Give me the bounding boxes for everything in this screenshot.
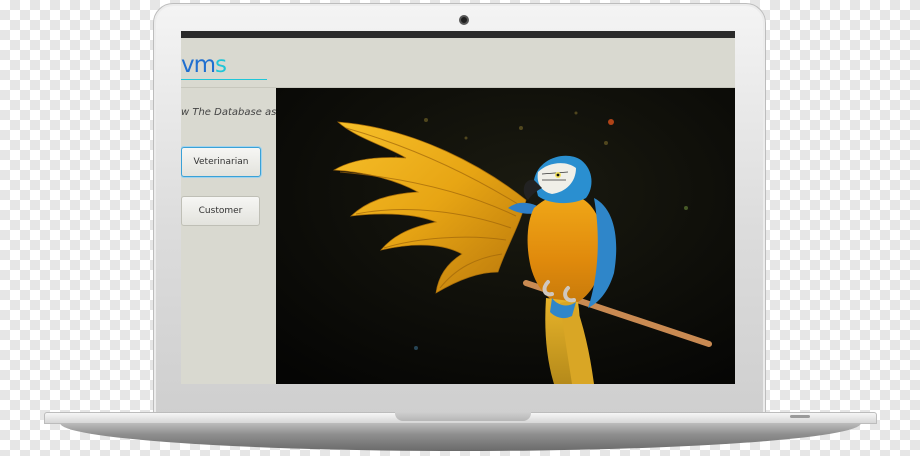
laptop-screen: vms w The Database as Veterinarian Custo…	[181, 31, 735, 384]
view-database-label: w The Database as	[181, 107, 277, 118]
login-panel	[181, 88, 276, 384]
parrot-photo	[276, 88, 735, 384]
laptop-base-underside	[60, 423, 861, 451]
app-header: vms	[181, 38, 735, 88]
app-logo: vms	[181, 52, 227, 78]
customer-button[interactable]: Customer	[181, 196, 260, 226]
camera-icon	[459, 15, 469, 25]
laptop-notch	[395, 412, 531, 421]
window-top-strip	[181, 31, 735, 38]
status-led	[790, 415, 810, 418]
veterinarian-button[interactable]: Veterinarian	[181, 147, 261, 177]
logo-underline	[181, 79, 267, 80]
